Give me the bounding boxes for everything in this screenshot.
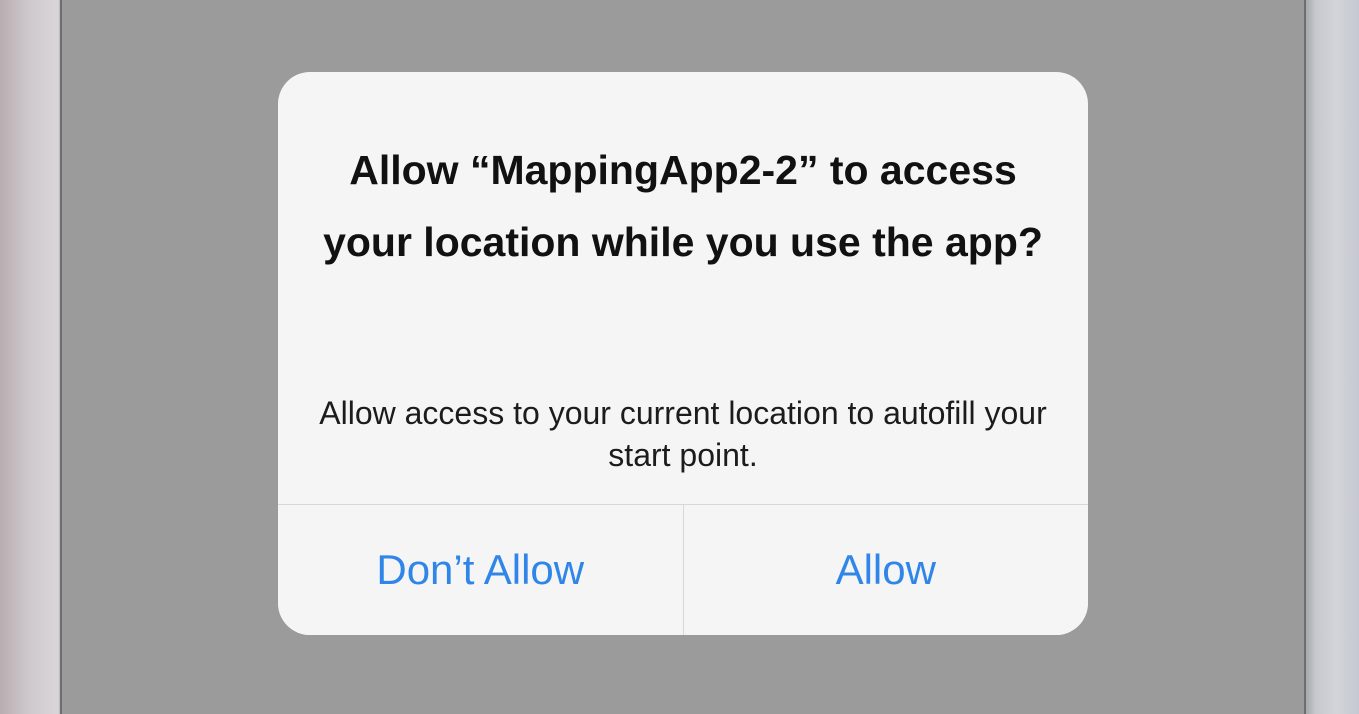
alert-body: Allow “MappingApp2-2” to access your loc… <box>278 72 1088 504</box>
dont-allow-button[interactable]: Don’t Allow <box>278 505 683 635</box>
alert-button-row: Don’t Allow Allow <box>278 504 1088 635</box>
alert-title: Allow “MappingApp2-2” to access your loc… <box>323 147 1043 265</box>
alert-message: Allow access to your current location to… <box>319 395 1047 473</box>
device-bezel-right <box>1306 0 1359 714</box>
allow-button[interactable]: Allow <box>682 505 1088 635</box>
location-permission-alert: Allow “MappingApp2-2” to access your loc… <box>278 72 1088 635</box>
